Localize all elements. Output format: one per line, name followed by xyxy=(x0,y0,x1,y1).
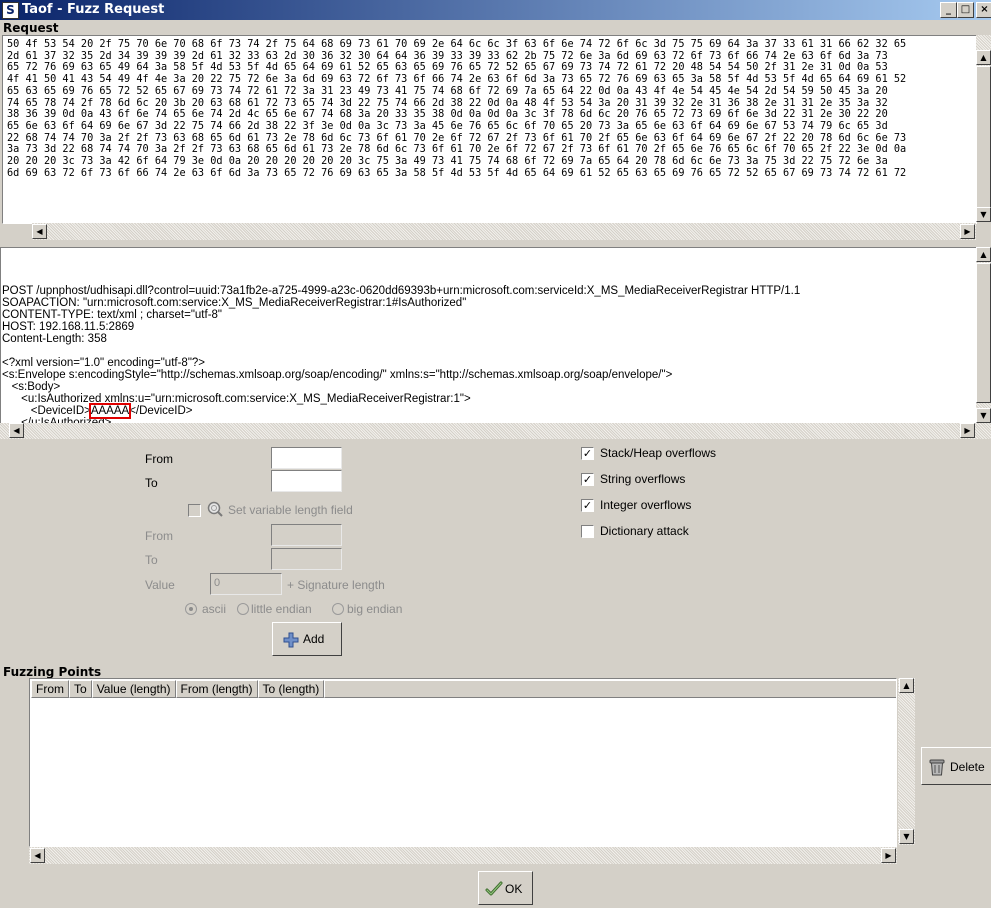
ok-button[interactable]: OK xyxy=(478,871,533,905)
var-from-label: From xyxy=(145,529,173,543)
request-text-line: <u:IsAuthorized xmlns:u="urn:microsoft.c… xyxy=(2,393,471,405)
scroll-down-arrow-icon[interactable]: ▼ xyxy=(899,829,914,844)
app-icon: S xyxy=(2,2,19,19)
scroll-up-arrow-icon[interactable]: ▲ xyxy=(976,50,991,65)
var-to-label: To xyxy=(145,553,158,567)
scroll-down-arrow-icon[interactable]: ▼ xyxy=(976,207,991,222)
signature-length-label: + Signature length xyxy=(287,578,385,592)
variable-length-label: Set variable length field xyxy=(228,503,353,517)
option-label: String overflows xyxy=(600,472,686,486)
from-label: From xyxy=(145,452,173,466)
var-to-input[interactable] xyxy=(271,548,342,570)
scroll-right-arrow-icon[interactable]: ▶ xyxy=(881,848,896,863)
radio-ascii-label: ascii xyxy=(202,602,227,616)
column-header[interactable]: To xyxy=(69,680,92,698)
option-checkbox[interactable]: ✓ xyxy=(581,473,594,486)
list-horizontal-scrollbar[interactable]: ◀ ▶ xyxy=(29,847,897,864)
check-pen-icon xyxy=(485,881,503,896)
hex-horizontal-scrollbar[interactable]: ◀ ▶ xyxy=(32,223,976,240)
fuzz-request-window: S Taof - Fuzz Request _ □ × Request 50 4… xyxy=(0,0,991,908)
column-header-filler xyxy=(324,680,896,698)
from-input[interactable] xyxy=(271,447,342,469)
request-text-line: HOST: 192.168.11.5:2869 xyxy=(2,321,135,333)
text-horizontal-scrollbar[interactable]: ◀ ▶ xyxy=(0,423,991,439)
request-text-line: <s:Envelope s:encodingStyle="http://sche… xyxy=(2,369,673,381)
fuzz-target-highlight[interactable]: AAAAA xyxy=(88,403,132,419)
request-text: POST /upnphost/udhisapi.dll?control=uuid… xyxy=(2,249,801,424)
request-text-line: <?xml version="1.0" encoding="utf-8"?> xyxy=(2,357,206,369)
window-title: Taof - Fuzz Request xyxy=(22,2,165,17)
fuzzing-points-list[interactable]: From To Value (length) From (length) To (len… xyxy=(29,678,897,847)
radio-ascii[interactable] xyxy=(185,603,197,615)
variable-length-checkbox[interactable] xyxy=(188,504,201,517)
hex-view[interactable]: 50 4f 53 54 20 2f 75 70 6e 70 68 6f 73 7… xyxy=(2,35,977,224)
var-from-input[interactable] xyxy=(271,524,342,546)
scroll-down-arrow-icon[interactable]: ▼ xyxy=(976,408,991,423)
request-text-line: CONTENT-TYPE: text/xml ; charset="utf-8" xyxy=(2,309,223,321)
scroll-right-arrow-icon[interactable]: ▶ xyxy=(960,224,975,239)
request-text-line: POST /upnphost/udhisapi.dll?control=uuid… xyxy=(2,285,801,297)
deviceid-close-tag: </DeviceID> xyxy=(129,405,193,417)
radio-little-endian-label: little endian xyxy=(251,602,312,616)
hex-line: 65 63 65 69 76 65 72 52 65 67 69 73 74 7… xyxy=(7,83,888,97)
hex-line: 65 6e 63 6f 64 69 6e 67 3d 22 75 74 66 2… xyxy=(7,118,888,132)
maximize-button[interactable]: □ xyxy=(957,2,974,18)
option-checkbox[interactable]: ✓ xyxy=(581,499,594,512)
column-header[interactable]: From xyxy=(31,680,69,698)
to-input[interactable] xyxy=(271,470,342,492)
scroll-thumb[interactable] xyxy=(976,66,991,222)
column-header[interactable]: From (length) xyxy=(175,680,258,698)
hex-dump: 50 4f 53 54 20 2f 75 70 6e 70 68 6f 73 7… xyxy=(7,37,907,179)
column-header[interactable]: To (length) xyxy=(257,680,325,698)
add-button[interactable]: Add xyxy=(272,622,342,656)
to-label: To xyxy=(145,476,158,490)
request-text-line: <s:Body> xyxy=(2,381,61,393)
option-checkbox[interactable] xyxy=(581,525,594,538)
list-header: From To Value (length) From (length) To (len… xyxy=(31,680,896,698)
option-label: Dictionary attack xyxy=(600,524,689,538)
delete-button[interactable]: Delete xyxy=(921,747,991,785)
request-text-line xyxy=(2,345,800,357)
option-label: Stack/Heap overflows xyxy=(600,446,717,460)
option-label: Integer overflows xyxy=(600,498,692,512)
scroll-left-arrow-icon[interactable]: ◀ xyxy=(32,224,47,239)
list-vertical-scrollbar[interactable]: ▲ ▼ xyxy=(898,678,915,845)
trash-icon xyxy=(929,759,945,776)
scroll-up-arrow-icon[interactable]: ▲ xyxy=(899,678,914,693)
deviceid-open-tag: <DeviceID> xyxy=(2,405,91,417)
value-input[interactable]: 0 xyxy=(210,573,282,595)
hex-line: 50 4f 53 54 20 2f 75 70 6e 70 68 6f 73 7… xyxy=(7,37,907,50)
delete-button-label: Delete xyxy=(950,760,985,774)
scroll-left-arrow-icon[interactable]: ◀ xyxy=(9,423,24,438)
ok-button-label: OK xyxy=(505,882,523,896)
radio-big-endian-label: big endian xyxy=(347,602,403,616)
close-button[interactable]: × xyxy=(976,2,991,18)
scroll-right-arrow-icon[interactable]: ▶ xyxy=(960,423,975,438)
plus-icon xyxy=(283,632,299,648)
scroll-thumb[interactable] xyxy=(976,263,991,403)
hex-line: 20 20 20 3c 73 3a 42 6f 64 79 3e 0d 0a 2… xyxy=(7,154,888,168)
request-label: Request xyxy=(3,21,59,35)
scroll-up-arrow-icon[interactable]: ▲ xyxy=(976,247,991,262)
minimize-button[interactable]: _ xyxy=(940,2,957,18)
scroll-left-arrow-icon[interactable]: ◀ xyxy=(30,848,45,863)
request-text-line: Content-Length: 358 xyxy=(2,333,107,345)
title-bar[interactable]: S Taof - Fuzz Request _ □ × xyxy=(0,0,991,20)
option-checkbox[interactable]: ✓ xyxy=(581,447,594,460)
column-header[interactable]: Value (length) xyxy=(91,680,176,698)
deviceid-line: <DeviceID>AAAAA</DeviceID> xyxy=(2,403,800,419)
text-vertical-scrollbar[interactable]: ▲ ▼ xyxy=(976,247,991,423)
magnifier-icon xyxy=(207,501,223,517)
hex-line: 6d 69 63 72 6f 73 6f 66 74 2e 63 6f 6d 3… xyxy=(7,165,907,179)
request-text-view[interactable]: POST /upnphost/udhisapi.dll?control=uuid… xyxy=(0,247,977,425)
radio-little-endian[interactable] xyxy=(237,603,249,615)
radio-big-endian[interactable] xyxy=(332,603,344,615)
fuzzing-points-label: Fuzzing Points xyxy=(3,665,102,679)
hex-vertical-scrollbar[interactable]: ▲ ▼ xyxy=(976,35,991,222)
value-label: Value xyxy=(145,578,175,592)
add-button-label: Add xyxy=(303,632,325,646)
request-text-line: SOAPACTION: "urn:microsoft.com:service:X… xyxy=(2,297,467,309)
